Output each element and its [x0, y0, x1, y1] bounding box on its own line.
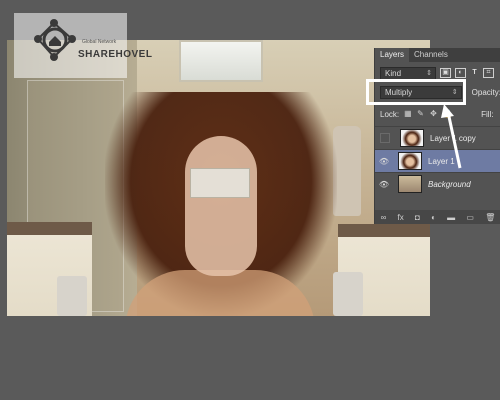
left-towel [57, 276, 87, 316]
panel-tabs: Layers Channels [375, 48, 500, 62]
fill-label: Fill: [481, 109, 494, 119]
opacity-label: Opacity: [471, 87, 500, 97]
tab-layers[interactable]: Layers [375, 48, 410, 62]
eye-icon[interactable]: 👁 [378, 180, 390, 189]
fx-icon[interactable]: fx [398, 213, 404, 222]
link-icon[interactable]: ∞ [381, 213, 387, 222]
layer-thumbnail [398, 152, 422, 170]
layer-row-copy[interactable]: Layer 1 copy [375, 126, 500, 149]
blend-mode-highlight [366, 79, 466, 105]
pixel-filter-icon[interactable]: ▣ [440, 68, 451, 78]
new-layer-icon[interactable]: ▭ [466, 213, 474, 222]
eye-icon[interactable]: 👁 [378, 157, 390, 166]
lock-position-icon[interactable]: ✥ [430, 110, 438, 118]
bathrobe [333, 126, 361, 216]
lock-row: Lock: ▦ ✎ ✥ 🔒 Fill: [380, 107, 500, 121]
layer-name: Layer 1 copy [430, 133, 476, 143]
layer-row-background[interactable]: 👁 Background [375, 172, 500, 195]
chevron-down-icon: ⇕ [426, 69, 432, 77]
filter-kind-select[interactable]: Kind ⇕ [380, 66, 436, 80]
group-icon[interactable]: ▬ [447, 213, 455, 222]
adjustment-icon[interactable]: ◐ [431, 213, 436, 222]
layer-name: Background [428, 179, 471, 189]
lock-image-icon[interactable]: ✎ [417, 110, 425, 118]
filter-row: Kind ⇕ ▣ ◐ T ⌗ [380, 66, 498, 80]
shape-filter-icon[interactable]: ⌗ [483, 68, 494, 78]
layers-panel: Layers Channels Kind ⇕ ▣ ◐ T ⌗ Multiply … [374, 48, 500, 224]
blended-mirror [190, 168, 250, 198]
type-filter-icon[interactable]: T [470, 69, 479, 77]
right-towel [333, 272, 363, 316]
layer-thumbnail [398, 175, 422, 193]
tab-channels[interactable]: Channels [409, 48, 453, 62]
filter-kind-label: Kind [385, 68, 402, 78]
house-network-icon [34, 19, 76, 61]
woman-face [185, 136, 257, 276]
watermark-logo: SHAREHOVEL Global Network [14, 13, 152, 78]
layer-row-layer1[interactable]: 👁 Layer 1 [375, 149, 500, 172]
lock-all-icon[interactable]: 🔒 [443, 110, 453, 118]
adjustment-filter-icon[interactable]: ◐ [455, 68, 466, 78]
watermark-subtitle: Global Network [82, 39, 117, 45]
layer-thumbnail [400, 129, 424, 147]
skylight [179, 40, 263, 82]
layer-name: Layer 1 [428, 156, 455, 166]
watermark-text: SHAREHOVEL [78, 49, 153, 60]
lock-label: Lock: [380, 109, 400, 119]
visibility-toggle[interactable] [380, 133, 390, 143]
layer-list: Layer 1 copy 👁 Layer 1 👁 Background [375, 126, 500, 195]
panel-bottom-bar: ∞ fx ◘ ◐ ▬ ▭ 🗑 [375, 210, 500, 224]
lock-transparent-icon[interactable]: ▦ [404, 110, 412, 118]
mask-icon[interactable]: ◘ [415, 213, 420, 222]
trash-icon[interactable]: 🗑 [485, 213, 495, 222]
